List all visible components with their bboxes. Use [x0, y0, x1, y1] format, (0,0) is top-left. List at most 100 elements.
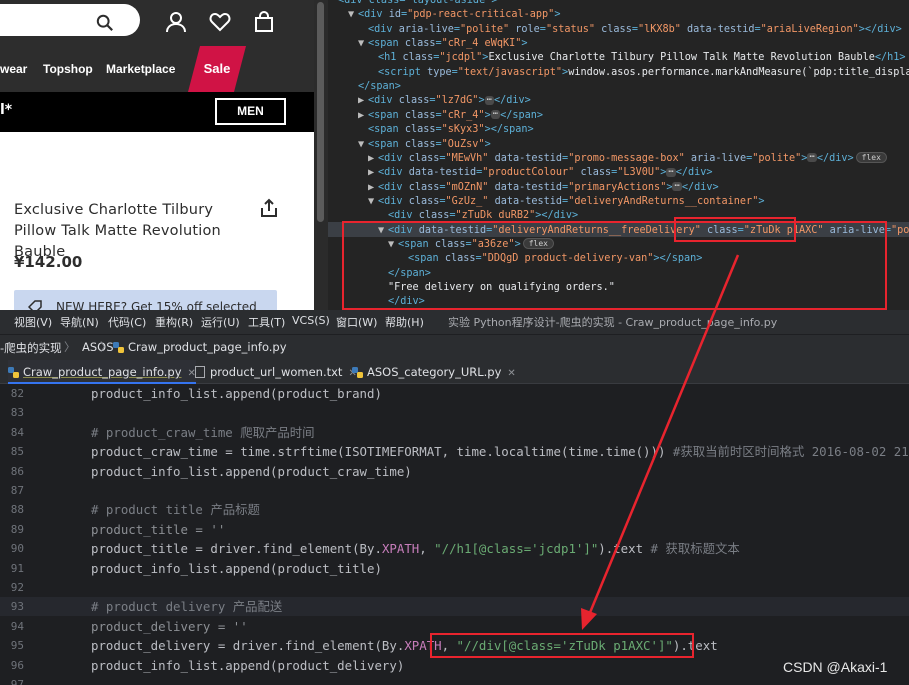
code-line[interactable]: product_info_list.append(product_craw_ti…: [91, 462, 412, 481]
nav-item-topshop[interactable]: Topshop: [43, 46, 93, 92]
code-line[interactable]: product_delivery = '': [91, 617, 248, 636]
dom-node[interactable]: <span class="sKyx3"></span>: [358, 123, 534, 137]
attr-value: "status": [545, 23, 596, 35]
line-number: 85: [10, 445, 24, 459]
code-line[interactable]: product_craw_time = time.strftime(ISOTIM…: [91, 442, 909, 461]
chevron-right-icon: 〉: [64, 340, 76, 354]
tag-icon: [28, 300, 42, 310]
search-input[interactable]: [0, 4, 140, 36]
band-text: l*: [0, 102, 13, 118]
node-text: Exclusive Charlotte Tilbury Pillow Talk …: [488, 52, 875, 64]
annotation-box-dom: [342, 221, 887, 310]
menu-navigate[interactable]: 导航(N): [60, 314, 99, 330]
menu-refactor[interactable]: 重构(R): [155, 314, 193, 330]
code-line[interactable]: product_title = driver.find_element(By.X…: [91, 539, 740, 558]
annotation-box-class: [674, 217, 796, 242]
account-icon[interactable]: [165, 11, 187, 33]
collapse-triangle-icon: ▼: [348, 9, 355, 21]
node-tag-close: </div>: [494, 95, 531, 107]
menu-view[interactable]: 视图(V): [14, 314, 52, 330]
menu-help[interactable]: 帮助(H): [385, 314, 424, 330]
dom-node[interactable]: ▼ <div id="pdp-react-critical-app">: [348, 8, 560, 22]
menu-tools[interactable]: 工具(T): [248, 314, 285, 330]
expand-triangle-icon: ▶: [358, 95, 365, 107]
dom-node[interactable]: ▶ <span class="cRr_4"> ⋯ </span>: [358, 109, 543, 123]
code-token: product_delivery = driver.find_element(B…: [91, 638, 405, 654]
breadcrumb-file[interactable]: Craw_product_page_info.py: [113, 340, 287, 354]
line-number: 92: [10, 581, 24, 594]
code-line[interactable]: product_info_list.append(product_deliver…: [91, 656, 404, 675]
node-tag: <div: [378, 167, 403, 179]
chevron-right-icon: 〉: [100, 340, 112, 354]
code-token: "//h1[@class='jcdp1']": [434, 541, 599, 557]
menu-code[interactable]: 代码(C): [108, 314, 146, 330]
dom-node[interactable]: ▼ <div class="GzUz_" data-testid="deliver…: [368, 195, 764, 209]
python-file-icon: [352, 366, 363, 378]
node-tag: <span: [368, 109, 399, 121]
line-number: 86: [10, 464, 24, 478]
menu-run[interactable]: 运行(U): [201, 314, 240, 330]
search-icon[interactable]: [96, 14, 114, 32]
dom-node[interactable]: ▼ <span class="cRr_4 eWqKI">: [358, 37, 528, 51]
dom-node[interactable]: <div aria-live="polite" role="status" cl…: [358, 23, 902, 37]
share-icon[interactable]: [259, 198, 279, 218]
code-token: product_delivery = '': [91, 618, 248, 634]
promo-banner[interactable]: NEW HERE? Get 15% off selected: [14, 290, 277, 310]
dom-node[interactable]: ▼ <span class="OuZsv">: [358, 138, 491, 152]
attr-name: class: [398, 95, 430, 107]
node-tag-end: >: [478, 95, 485, 107]
attr-value: "promo-message-box": [568, 152, 685, 164]
dom-node[interactable]: <div class="layout-aside">: [338, 0, 497, 8]
attr-name: data-testid: [687, 23, 755, 35]
text-file-icon: [195, 365, 205, 378]
breadcrumb: -爬虫的实现 〉 ASOS 〉 Craw_product_page_info.p…: [0, 334, 909, 360]
heart-icon[interactable]: [209, 11, 231, 33]
dom-node[interactable]: ▶ <div data-testid="productColour" class=…: [368, 166, 713, 180]
breadcrumb-project[interactable]: -爬虫的实现: [0, 340, 62, 356]
dom-node[interactable]: ▶ <div class="mOZnN" data-testid="primary…: [368, 181, 719, 195]
node-tag-close: </div>: [816, 152, 854, 164]
node-tag: <span: [368, 124, 399, 136]
code-token: product_title = driver.find_element(By.: [91, 541, 382, 557]
code-token: product_title = '': [91, 521, 226, 537]
men-button[interactable]: MEN: [215, 98, 286, 125]
shop-scrollbar[interactable]: [314, 0, 328, 310]
dom-node[interactable]: <script type="text/javascript">window.as…: [368, 66, 909, 80]
menu-vcs[interactable]: VCS(S): [292, 314, 330, 327]
code-line[interactable]: # product title 产品标题: [91, 500, 260, 519]
dom-node[interactable]: </span>: [358, 80, 401, 94]
code-line[interactable]: # product_craw_time 爬取产品时间: [91, 423, 315, 442]
node-tag: <div: [368, 95, 393, 107]
code-line[interactable]: product_info_list.append(product_brand): [91, 384, 382, 403]
code-token: XPATH: [381, 541, 420, 557]
dom-node[interactable]: ▶ <div class="MEwVh" data-testid="promo-m…: [368, 152, 887, 166]
close-icon[interactable]: ✕: [507, 368, 515, 379]
node-tag: <span: [368, 138, 399, 150]
code-line[interactable]: # product delivery 产品配送: [91, 597, 282, 616]
menu-window[interactable]: 窗口(W): [336, 314, 377, 330]
dom-node[interactable]: <h1 class="jcdpl">Exclusive Charlotte Ti…: [368, 51, 906, 65]
tab-craw-product-page-info[interactable]: Craw_product_page_info.py ✕: [8, 360, 196, 384]
scroll-thumb[interactable]: [317, 2, 324, 222]
attr-name: class: [408, 152, 440, 164]
code-line[interactable]: product_info_list.append(product_title): [91, 559, 382, 578]
dom-node[interactable]: ▶ <div class="lz7dG"> ⋯ </div>: [358, 94, 531, 108]
tab-asos-category-url[interactable]: ASOS_category_URL.py ✕: [352, 360, 516, 384]
nav-item-marketplace[interactable]: Marketplace: [106, 46, 175, 92]
attr-value: "lz7dG": [435, 95, 479, 107]
node-tag-close: </div>: [681, 181, 719, 193]
node-tag: <div class="layout-aside">: [338, 0, 498, 6]
node-tag: <div: [358, 9, 383, 21]
ide-menubar: 视图(V) 导航(N) 代码(C) 重构(R) 运行(U) 工具(T) VCS(…: [0, 310, 909, 334]
nav-item-wear[interactable]: wear: [0, 46, 27, 92]
product-price: ¥142.00: [14, 253, 83, 271]
window-title: 实验 Python程序设计-爬虫的实现 - Craw_product_page_…: [448, 316, 778, 329]
attr-value: "MEwVh": [445, 152, 489, 164]
bag-icon[interactable]: [253, 11, 275, 33]
attr-value: "text/javascript": [457, 66, 563, 78]
attr-name: class: [418, 210, 450, 222]
expand-triangle-icon: ▶: [368, 167, 375, 179]
code-line[interactable]: product_title = '': [91, 520, 225, 539]
tab-product-url-women[interactable]: product_url_women.txt ✕: [195, 360, 357, 384]
ellipsis-icon: ⋯: [672, 181, 682, 192]
